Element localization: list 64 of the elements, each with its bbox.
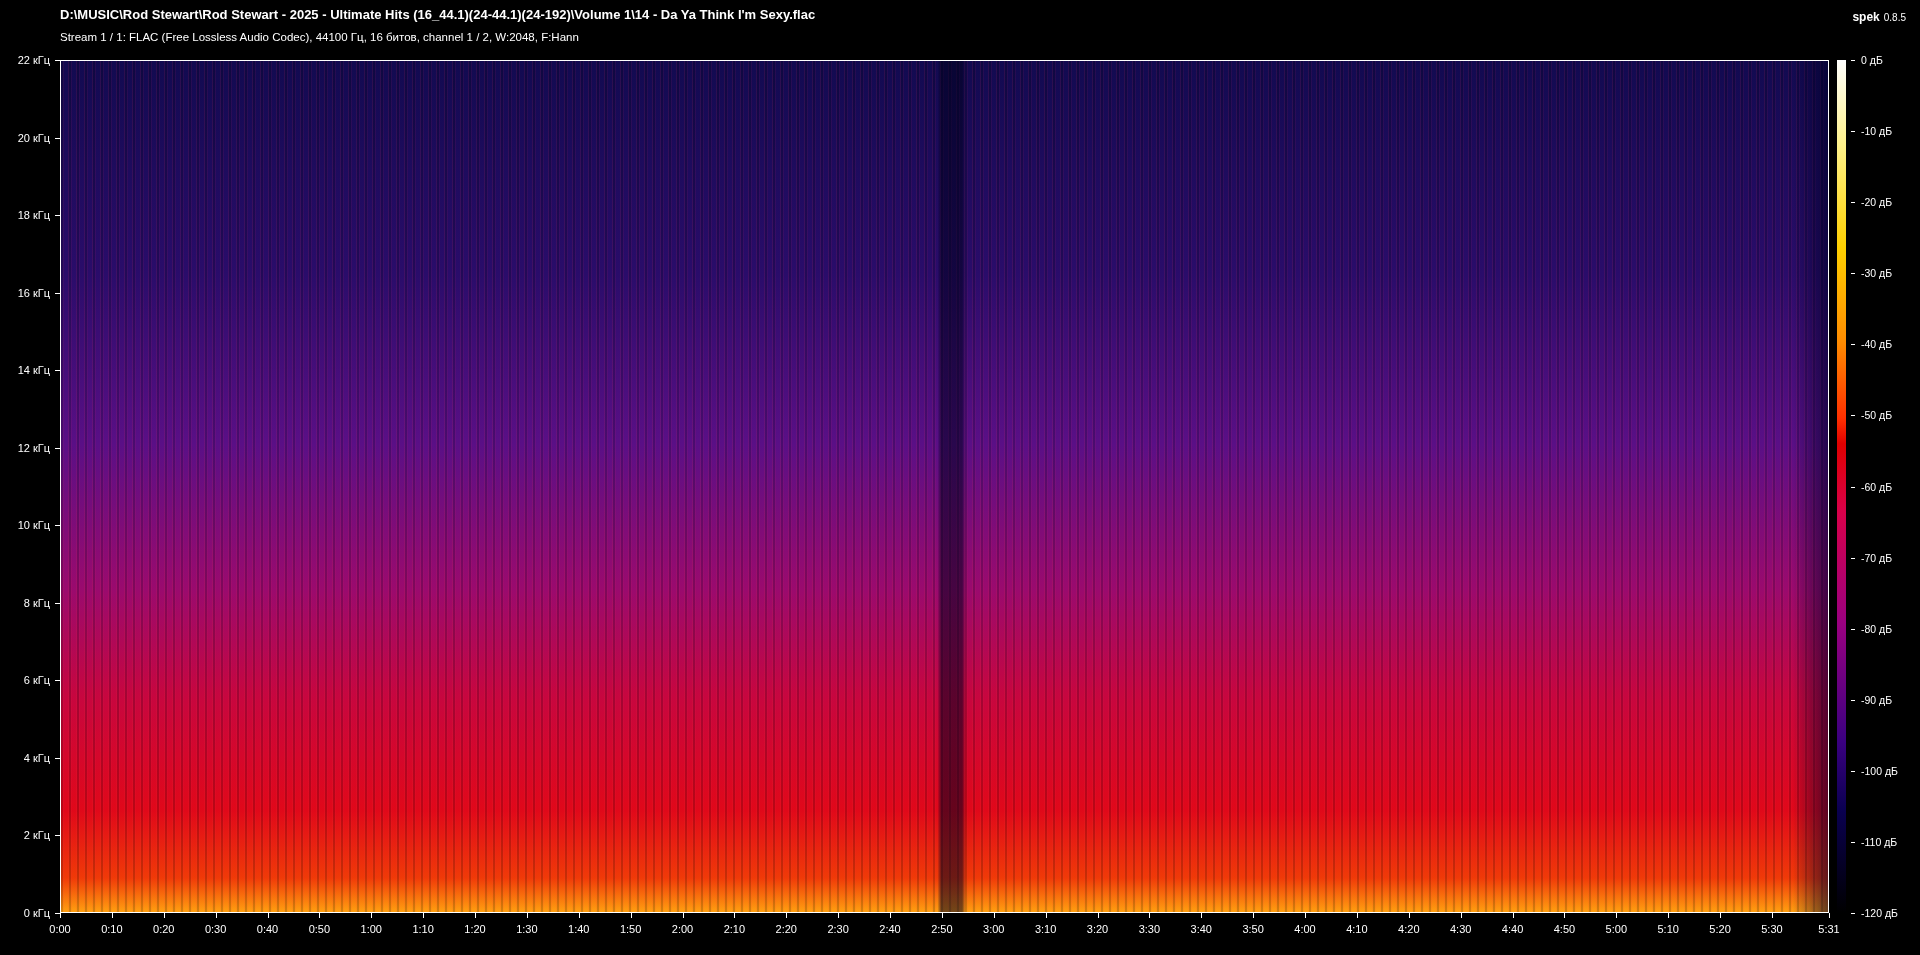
time-label: 1:40 — [568, 923, 590, 936]
decibel-label: -100 дБ — [1861, 764, 1898, 778]
time-label: 4:50 — [1553, 923, 1576, 936]
decibel-label: -50 дБ — [1861, 408, 1893, 422]
time-label: 2:50 — [931, 923, 953, 936]
time-label: 5:30 — [1761, 923, 1783, 936]
time-label: 1:50 — [619, 923, 642, 936]
decibel-label: -30 дБ — [1861, 266, 1893, 280]
time-label: 4:20 — [1398, 923, 1420, 936]
decibel-label: -40 дБ — [1861, 337, 1893, 351]
time-label: 0:00 — [49, 923, 71, 936]
frequency-label: 12 кГц — [17, 441, 50, 455]
time-label: 3:20 — [1086, 923, 1109, 936]
decibel-label: 0 дБ — [1861, 53, 1883, 67]
time-label: 3:10 — [1034, 923, 1057, 936]
time-label: 4:00 — [1294, 923, 1316, 936]
time-label: 4:40 — [1501, 923, 1524, 936]
time-label: 2:30 — [827, 923, 849, 936]
time-label: 3:30 — [1138, 923, 1161, 936]
time-label: 1:00 — [360, 923, 382, 936]
time-label: 2:40 — [879, 923, 901, 936]
time-label: 2:10 — [723, 923, 746, 936]
decibel-label: -110 дБ — [1861, 835, 1898, 849]
time-label: 5:20 — [1709, 923, 1731, 936]
decibel-label: -10 дБ — [1861, 124, 1893, 138]
time-label: 1:10 — [412, 923, 434, 936]
app-name: spek — [1852, 9, 1880, 26]
time-label: 5:10 — [1657, 923, 1679, 936]
time-label: 3:40 — [1190, 923, 1212, 936]
decibel-label: -90 дБ — [1861, 693, 1893, 707]
frequency-label: 22 кГц — [17, 53, 50, 67]
frequency-label: 18 кГц — [17, 208, 50, 222]
time-label: 1:30 — [516, 923, 538, 936]
time-label: 0:10 — [101, 923, 123, 936]
frequency-label: 10 кГц — [17, 518, 50, 532]
decibel-label: -120 дБ — [1861, 906, 1898, 920]
time-label: 5:00 — [1605, 923, 1627, 936]
frequency-label: 20 кГц — [17, 131, 50, 145]
decibel-label: -80 дБ — [1861, 622, 1893, 636]
time-label: 4:10 — [1346, 923, 1368, 936]
time-label: 0:40 — [256, 923, 279, 936]
frequency-label: 2 кГц — [23, 828, 50, 842]
app-version: 0.8.5 — [1883, 11, 1906, 25]
frequency-label: 16 кГц — [17, 286, 50, 300]
frequency-label: 4 кГц — [23, 751, 50, 765]
frequency-label: 0 кГц — [23, 906, 50, 920]
time-label: 0:50 — [308, 923, 331, 936]
time-label: 5:31 — [1818, 923, 1840, 936]
time-label: 1:20 — [464, 923, 486, 936]
time-label: 0:20 — [153, 923, 175, 936]
time-label: 0:30 — [204, 923, 227, 936]
time-label: 4:30 — [1449, 923, 1472, 936]
time-label: 3:00 — [983, 923, 1005, 936]
decibel-label: -70 дБ — [1861, 551, 1893, 565]
time-label: 2:00 — [671, 923, 694, 936]
frequency-label: 8 кГц — [23, 596, 50, 610]
time-label: 3:50 — [1242, 923, 1264, 936]
decibel-label: -60 дБ — [1861, 480, 1893, 493]
file-path-title: D:\MUSIC\Rod Stewart\Rod Stewart - 2025 - Ultimate Hits (16_44.1)(24-44.1)(24-192)\Volume 1\14 - Da Ya Think I'm Sexy.flac — [60, 7, 816, 23]
decibel-label: -20 дБ — [1861, 195, 1893, 209]
time-label: 2:20 — [775, 923, 797, 936]
frequency-label: 14 кГц — [17, 363, 50, 377]
frequency-label: 6 кГц — [23, 673, 50, 687]
stream-info: Stream 1 / 1: FLAC (Free Lossless Audio Codec), 44100 Гц, 16 битов, channel 1 / 2, W:2048, F:Hann — [60, 30, 580, 44]
